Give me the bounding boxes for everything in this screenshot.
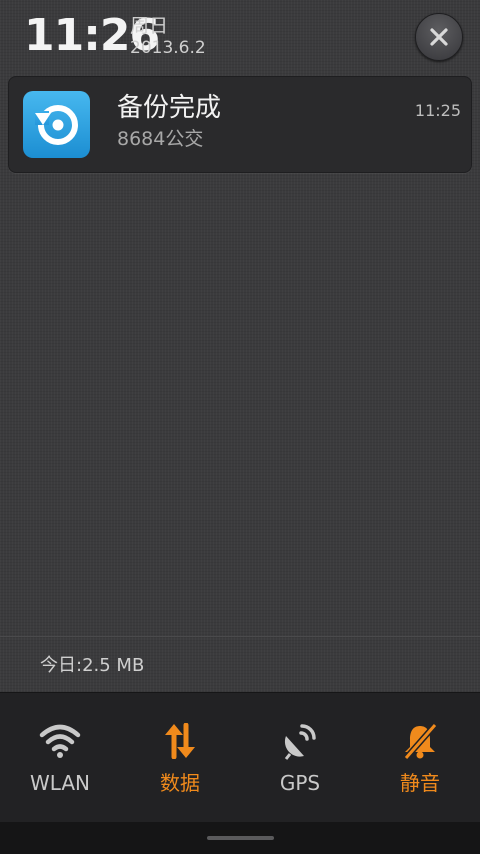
backup-restore-icon (23, 91, 90, 158)
status-header: 11:26 周日 2013.6.2 (0, 0, 480, 74)
wifi-icon (38, 721, 82, 761)
toggle-wlan[interactable]: WLAN (0, 693, 120, 823)
notification-subtitle: 8684公交 (117, 128, 204, 150)
toggle-gps[interactable]: GPS (240, 693, 360, 823)
close-icon (430, 28, 448, 46)
mute-bell-icon (398, 721, 442, 761)
notification-card[interactable]: 备份完成 8684公交 11:25 (8, 76, 472, 173)
notification-title: 备份完成 (117, 93, 222, 123)
notification-time: 11:25 (414, 101, 461, 120)
gps-satellite-icon (278, 721, 322, 761)
data-usage-text: 今日:2.5 MB (40, 655, 145, 676)
date-label: 2013.6.2 (130, 38, 206, 58)
toggle-data[interactable]: 数据 (120, 693, 240, 823)
close-button[interactable] (415, 13, 463, 61)
toggle-gps-label: GPS (279, 771, 321, 795)
drag-handle[interactable] (207, 836, 274, 840)
bottom-bar (0, 822, 480, 854)
toggle-wlan-label: WLAN (29, 771, 91, 795)
toggle-mute[interactable]: 静音 (360, 693, 480, 823)
data-usage-bar: 今日:2.5 MB (0, 636, 480, 693)
weekday-label: 周日 (130, 15, 169, 37)
toggle-mute-label: 静音 (400, 771, 440, 795)
quick-toggles: WLAN 数据 GPS 静音 (0, 692, 480, 823)
toggle-data-label: 数据 (160, 771, 200, 795)
data-sync-icon (158, 721, 202, 761)
